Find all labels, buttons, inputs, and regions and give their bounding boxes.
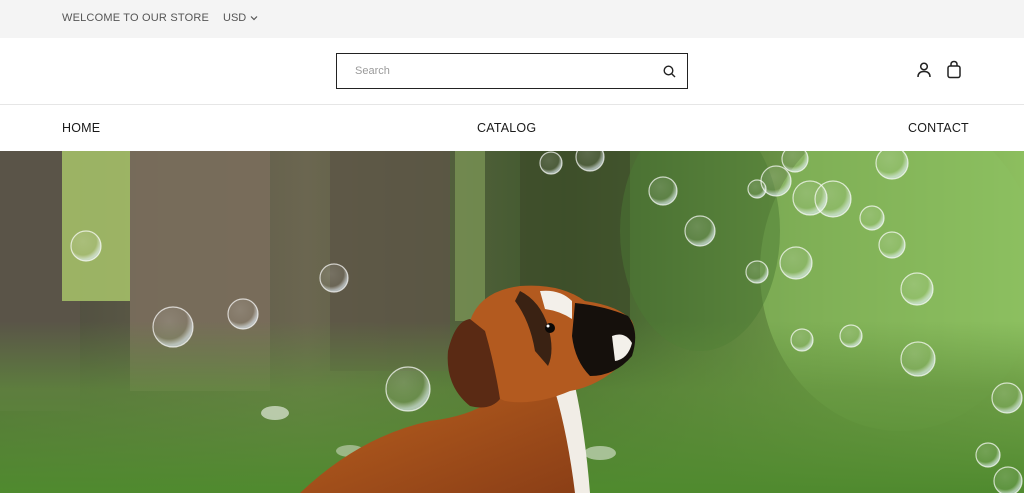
search-box bbox=[336, 53, 688, 89]
site-header bbox=[0, 38, 1024, 105]
nav-contact[interactable]: CONTACT bbox=[908, 121, 969, 135]
search-button[interactable] bbox=[651, 54, 687, 88]
nav-home[interactable]: HOME bbox=[62, 121, 100, 135]
search-icon bbox=[662, 64, 675, 77]
shopping-bag-icon[interactable] bbox=[945, 60, 963, 79]
announcement-bar: WELCOME TO OUR STORE USD bbox=[0, 0, 1024, 38]
currency-selector[interactable]: USD bbox=[223, 12, 258, 24]
welcome-text: WELCOME TO OUR STORE bbox=[62, 12, 210, 24]
search-input[interactable] bbox=[337, 54, 651, 88]
main-nav: HOME CATALOG CONTACT bbox=[0, 105, 1024, 151]
user-icon[interactable] bbox=[915, 61, 933, 79]
chevron-down-icon bbox=[250, 16, 258, 21]
currency-label: USD bbox=[223, 12, 247, 24]
nav-catalog[interactable]: CATALOG bbox=[477, 121, 536, 135]
hero-banner[interactable] bbox=[0, 151, 1024, 493]
hero-image bbox=[0, 151, 1024, 493]
